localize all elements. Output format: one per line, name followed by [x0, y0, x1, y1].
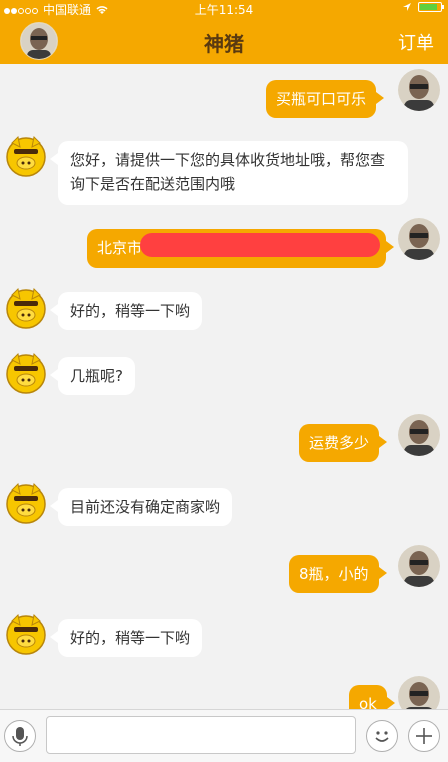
message-bubble-incoming: 好的，稍等一下哟 [49, 619, 203, 657]
microphone-icon[interactable] [4, 720, 36, 752]
message-bubble-outgoing: 买瓶可口可乐 [266, 80, 385, 118]
battery-level-fill [420, 4, 437, 10]
status-right [402, 2, 444, 12]
redaction-mark [140, 233, 380, 257]
address-text: 北京市 [97, 239, 143, 257]
battery-icon [418, 2, 444, 12]
status-bar: 中国联通 上午11:54 [0, 0, 448, 18]
user-avatar-icon[interactable] [398, 545, 440, 587]
emoji-smile-icon[interactable] [366, 720, 398, 752]
message-bubble-incoming: 目前还没有确定商家哟 [49, 488, 233, 526]
message-bubble-incoming: 好的，稍等一下哟 [49, 292, 203, 330]
pig-avatar-icon[interactable] [4, 480, 48, 524]
plus-icon[interactable] [408, 720, 440, 752]
nav-bar: 神猪 订单 [0, 18, 448, 64]
pig-avatar-icon[interactable] [4, 350, 48, 394]
message-bubble-incoming: 几瓶呢? [50, 357, 135, 395]
user-avatar-icon[interactable] [398, 69, 440, 111]
message-bubble-incoming: 您好，请提供一下您的具体收货地址哦，帮您查询下是否在配送范围内哦 [50, 141, 408, 205]
orders-button[interactable]: 订单 [398, 29, 434, 55]
message-input[interactable] [46, 716, 356, 754]
pig-avatar-icon[interactable] [4, 611, 48, 655]
message-bubble-outgoing: 运费多少 [299, 424, 388, 462]
user-avatar-icon[interactable] [398, 414, 440, 456]
user-avatar-icon[interactable] [398, 218, 440, 260]
input-bar [0, 709, 448, 762]
status-time: 上午11:54 [194, 3, 254, 17]
location-arrow-icon [403, 3, 411, 11]
pig-avatar-icon[interactable] [4, 285, 48, 329]
message-bubble-outgoing: 8瓶，小的 [289, 555, 387, 593]
pig-avatar-icon[interactable] [4, 133, 48, 177]
page-title: 神猪 [204, 32, 244, 56]
